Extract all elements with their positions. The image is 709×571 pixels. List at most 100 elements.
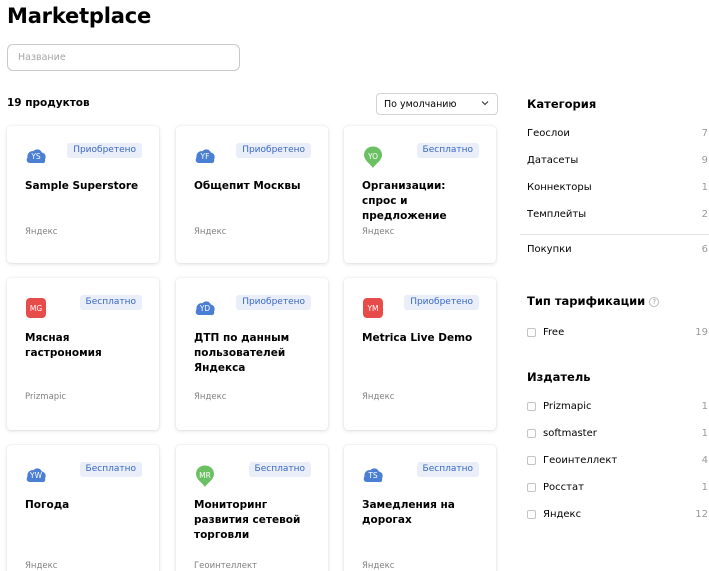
product-card[interactable]: YM Приобретено Metrica Live Demo Яндекс xyxy=(344,278,496,430)
category-item-count: 7 xyxy=(701,128,708,139)
status-badge: Бесплатно xyxy=(248,462,311,477)
product-logo-initials: YW xyxy=(30,470,42,480)
product-logo-icon: TS xyxy=(362,464,384,486)
search-input[interactable] xyxy=(7,44,240,71)
product-title: Замедления на дорогах xyxy=(362,499,455,526)
product-logo-initials: MG xyxy=(29,303,43,313)
checkbox[interactable] xyxy=(527,483,536,492)
product-title: Организации: спрос и предложение xyxy=(362,180,447,222)
product-logo-initials: YF xyxy=(200,151,210,161)
filter-label: Геоинтеллект xyxy=(543,455,618,466)
product-publisher: Яндекс xyxy=(362,227,395,237)
status-badge: Приобретено xyxy=(67,143,142,158)
product-logo-icon: YF xyxy=(194,145,216,167)
product-logo-initials: TS xyxy=(368,470,378,480)
product-title: Мониторинг развития сетевой торговли xyxy=(194,499,301,541)
product-logo-icon: MR xyxy=(194,464,216,488)
status-badge: Бесплатно xyxy=(79,295,142,310)
product-card[interactable]: YF Приобретено Общепит Москвы Яндекс xyxy=(176,126,328,263)
status-badge: Приобретено xyxy=(236,295,311,310)
product-card[interactable]: MG Бесплатно Мясная гастрономия Prizmapic xyxy=(7,278,159,430)
product-publisher: Prizmapic xyxy=(25,392,67,402)
filter-publisher-rosstat[interactable]: Росстат 1 xyxy=(527,482,708,493)
status-badge: Приобретено xyxy=(236,143,311,158)
checkbox[interactable] xyxy=(527,510,536,519)
filter-count: 1 xyxy=(701,482,708,493)
category-item-templates[interactable]: Темплейты 2 xyxy=(527,209,708,220)
chevron-down-icon xyxy=(480,98,490,111)
product-title: Погода xyxy=(25,499,70,511)
product-logo-icon: YM xyxy=(362,297,384,319)
category-heading: Категория xyxy=(527,97,597,111)
filter-count: 4 xyxy=(701,455,708,466)
filter-publisher-prizmapic[interactable]: Prizmapic 1 xyxy=(527,401,708,412)
product-publisher: Яндекс xyxy=(362,561,395,571)
product-logo-icon: MG xyxy=(25,297,47,319)
filter-publisher-softmaster[interactable]: softmaster 1 xyxy=(527,428,708,439)
product-card[interactable]: YO Бесплатно Организации: спрос и предложе… xyxy=(344,126,496,263)
category-item-count: 6 xyxy=(701,244,708,255)
category-item-label: Геослои xyxy=(527,128,570,139)
category-item-datasets[interactable]: Датасеты 9 xyxy=(527,155,708,166)
category-item-connectors[interactable]: Коннекторы 1 xyxy=(527,182,708,193)
status-badge: Приобретено xyxy=(404,295,479,310)
product-publisher: Геоинтеллект xyxy=(194,561,258,571)
sort-selected-label: По умолчанию xyxy=(384,98,457,110)
product-card[interactable]: TS Бесплатно Замедления на дорогах Яндекс xyxy=(344,445,496,571)
product-logo-icon: YS xyxy=(25,145,47,167)
product-publisher: Яндекс xyxy=(362,392,395,402)
category-item-geolayers[interactable]: Геослои 7 xyxy=(527,128,708,139)
product-title: Общепит Москвы xyxy=(194,180,301,192)
checkbox[interactable] xyxy=(527,456,536,465)
product-title: Мясная гастрономия xyxy=(25,332,102,359)
category-item-label: Коннекторы xyxy=(527,182,592,193)
filter-label: softmaster xyxy=(543,428,597,439)
filter-publisher-yandex[interactable]: Яндекс 12 xyxy=(527,509,708,520)
sidebar-divider xyxy=(520,234,709,235)
product-publisher: Яндекс xyxy=(194,392,227,402)
product-logo-icon: YO xyxy=(362,145,384,169)
product-logo-icon: YW xyxy=(25,464,47,486)
status-badge: Бесплатно xyxy=(416,143,479,158)
product-logo-initials: YM xyxy=(367,303,379,313)
filter-label: Яндекс xyxy=(543,509,582,520)
category-item-label: Датасеты xyxy=(527,155,579,166)
product-card[interactable]: YD Приобретено ДТП по данным пользователей… xyxy=(176,278,328,430)
filter-publisher-geointellect[interactable]: Геоинтеллект 4 xyxy=(527,455,708,466)
product-publisher: Яндекс xyxy=(25,227,58,237)
status-badge: Бесплатно xyxy=(416,462,479,477)
status-badge: Бесплатно xyxy=(79,462,142,477)
product-publisher: Яндекс xyxy=(194,227,227,237)
category-item-purchases[interactable]: Покупки 6 xyxy=(527,244,708,255)
product-title: Metrica Live Demo xyxy=(362,332,473,344)
product-card[interactable]: MR Бесплатно Мониторинг развития сетевой т… xyxy=(176,445,328,571)
product-logo-icon: YD xyxy=(194,297,216,319)
product-logo-initials: YO xyxy=(367,151,379,161)
filter-label: Росстат xyxy=(543,482,584,493)
sort-dropdown[interactable]: По умолчанию xyxy=(376,93,498,115)
filter-label: Prizmapic xyxy=(543,401,592,412)
product-title: Sample Superstore xyxy=(25,180,139,192)
category-item-count: 1 xyxy=(701,182,708,193)
tariff-heading: Тип тарификации? xyxy=(527,294,660,308)
product-logo-initials: YD xyxy=(199,303,211,313)
filter-count: 19 xyxy=(695,327,708,338)
checkbox[interactable] xyxy=(527,429,536,438)
filter-count: 1 xyxy=(701,428,708,439)
products-count: 19 продуктов xyxy=(7,97,90,109)
filter-tariff-free[interactable]: Free 19 xyxy=(527,327,708,338)
filter-count: 1 xyxy=(701,401,708,412)
category-item-count: 2 xyxy=(701,209,708,220)
category-item-count: 9 xyxy=(701,155,708,166)
product-card[interactable]: YW Бесплатно Погода Яндекс xyxy=(7,445,159,571)
product-logo-initials: YS xyxy=(31,151,41,161)
checkbox[interactable] xyxy=(527,328,536,337)
help-icon[interactable]: ? xyxy=(649,297,660,307)
filter-label: Free xyxy=(543,327,565,338)
product-logo-initials: MR xyxy=(199,470,211,480)
category-item-label: Покупки xyxy=(527,244,572,255)
product-card[interactable]: YS Приобретено Sample Superstore Яндекс xyxy=(7,126,159,263)
checkbox[interactable] xyxy=(527,402,536,411)
product-title: ДТП по данным пользователей Яндекса xyxy=(194,332,290,374)
tariff-heading-label: Тип тарификации xyxy=(527,294,646,308)
